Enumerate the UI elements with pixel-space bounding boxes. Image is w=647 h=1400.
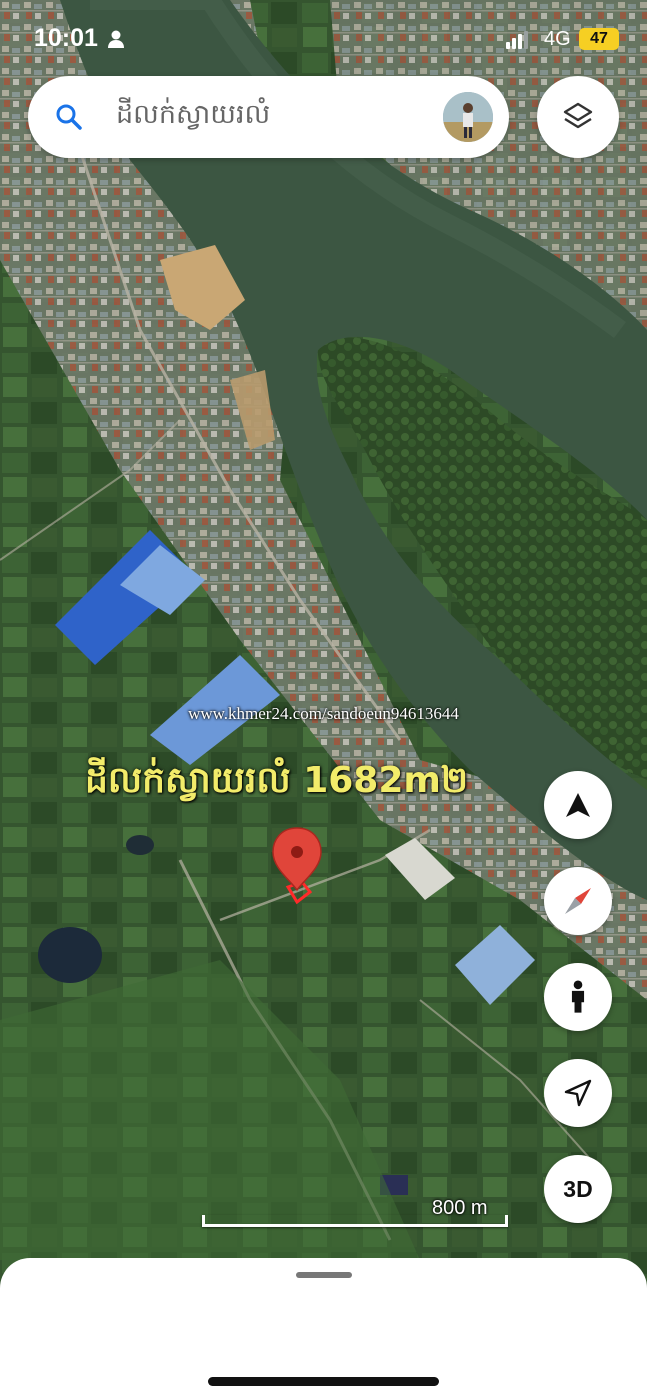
status-bar: 10:01 4G 47 — [0, 0, 647, 78]
watermark-text: www.khmer24.com/sandoeun94613644 — [188, 704, 459, 723]
navigation-arrow-icon — [566, 793, 590, 817]
search-icon[interactable] — [54, 102, 84, 132]
search-bar[interactable]: ដីលក់ស្វាយរលំ — [28, 76, 509, 158]
sheet-grabber[interactable] — [296, 1272, 352, 1278]
land-sale-label: ដីលក់ស្វាយរលំ 1682m២ — [85, 760, 469, 801]
compass-icon — [565, 888, 591, 914]
compass-button[interactable] — [544, 867, 612, 935]
my-location-button[interactable] — [544, 1059, 612, 1127]
signal-icon — [506, 31, 528, 49]
layers-button[interactable] — [537, 76, 619, 158]
home-indicator[interactable] — [208, 1377, 439, 1386]
profile-avatar[interactable] — [443, 92, 493, 142]
network-type: 4G — [544, 28, 571, 50]
my-location-icon — [564, 1079, 592, 1107]
street-view-button[interactable] — [544, 963, 612, 1031]
person-icon — [108, 30, 124, 48]
navigation-button[interactable] — [544, 771, 612, 839]
battery-indicator: 47 — [579, 28, 619, 50]
status-time: 10:01 — [34, 24, 98, 52]
3d-view-button[interactable]: 3D — [544, 1155, 612, 1223]
pegman-icon — [571, 980, 585, 1013]
layers-icon — [563, 102, 593, 129]
scale-bar — [202, 1215, 508, 1227]
search-query[interactable]: ដីលក់ស្វាយរលំ — [116, 98, 270, 137]
